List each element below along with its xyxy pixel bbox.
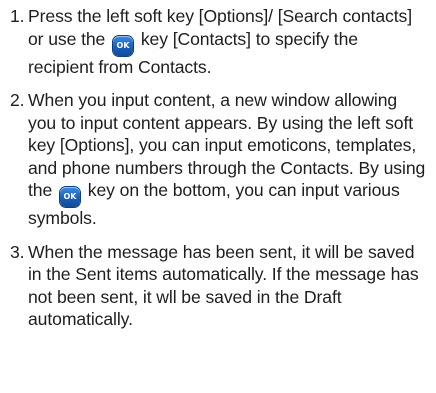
ok-key-icon: OK: [59, 187, 80, 207]
step-3: 3. When the message has been sent, it wi…: [0, 241, 436, 331]
step-2: 2. When you input content, a new window …: [0, 89, 436, 230]
step-number: 3.: [10, 241, 25, 262]
instruction-list: 1. Press the left soft key [Options]/ [S…: [0, 0, 436, 331]
step-text: When the message has been sent, it will …: [28, 241, 419, 330]
ok-key-icon: OK: [113, 35, 134, 56]
step-1: 1. Press the left soft key [Options]/ [S…: [0, 5, 436, 78]
step-number: 2.: [10, 90, 25, 110]
step-number: 1.: [10, 6, 25, 26]
step-text-continued: key on the bottom, you can input various…: [28, 180, 400, 228]
